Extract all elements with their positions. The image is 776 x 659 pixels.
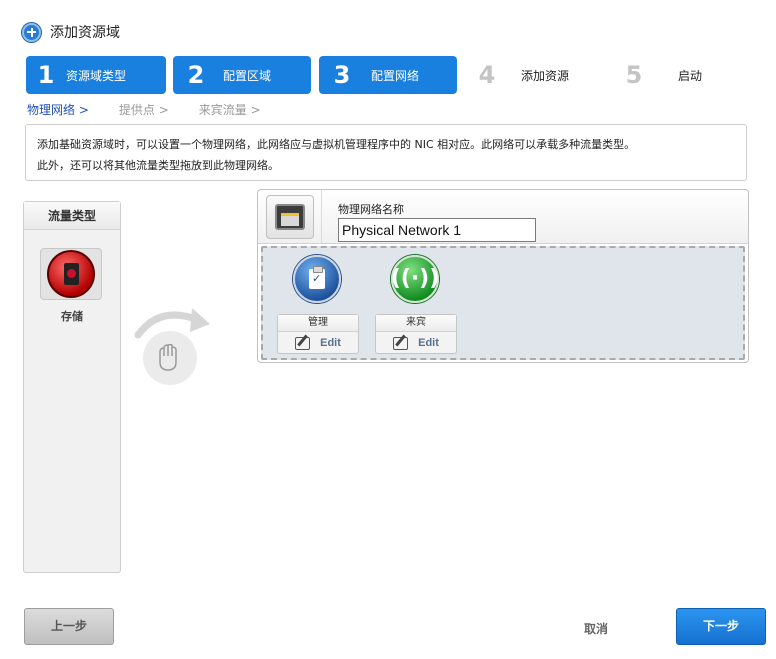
drag-hint-arrow-icon: [134, 308, 210, 385]
network-icon-box: [266, 195, 314, 239]
step-1-number: 1: [37, 61, 55, 89]
network-name-input[interactable]: [338, 218, 536, 242]
step-2-number: 2: [187, 61, 205, 89]
edit-icon: [295, 336, 311, 350]
step-2[interactable]: 2 配置区域: [173, 56, 311, 94]
guest-label-box: 来宾 Edit: [375, 314, 457, 354]
guest-edit-button[interactable]: Edit: [376, 332, 456, 354]
step-4: 4 添加资源: [467, 56, 607, 94]
management-clipboard-icon: [293, 255, 341, 303]
cancel-button[interactable]: 取消: [584, 620, 608, 637]
guest-antenna-icon: ((·)): [391, 255, 439, 303]
step-3[interactable]: 3 配置网络: [319, 56, 457, 94]
guest-edit-text: Edit: [418, 337, 439, 349]
step-5-number: 5: [625, 61, 643, 89]
network-name-label: 物理网络名称: [338, 203, 404, 216]
wizard-steps: 1 资源域类型 2 配置区域 3 配置网络 4 添加资源 5 启动: [26, 56, 766, 94]
guest-label: 来宾: [376, 315, 456, 332]
edit-icon: [393, 336, 409, 350]
storage-label: 存储: [61, 310, 83, 323]
management-label: 管理: [278, 315, 358, 332]
management-traffic-item: 管理 Edit: [277, 252, 359, 354]
description-box: 添加基础资源域时，可以设置一个物理网络，此网络应与虚拟机管理程序中的 NIC 相…: [25, 124, 747, 181]
step-4-label: 添加资源: [521, 68, 570, 83]
subnav-physical-network[interactable]: 物理网络 >: [27, 101, 89, 118]
subnav-pod: 提供点 >: [118, 103, 169, 117]
wizard-title-bar: 添加资源域: [22, 20, 120, 44]
network-header: 物理网络名称: [258, 190, 748, 244]
back-button[interactable]: 上一步: [24, 608, 114, 645]
step-3-label: 配置网络: [371, 68, 420, 83]
step-2-label: 配置区域: [223, 68, 272, 83]
header-divider: [321, 190, 322, 243]
step-4-number: 4: [478, 61, 496, 89]
step-3-number: 3: [333, 61, 351, 89]
management-edit-text: Edit: [320, 337, 341, 349]
step-5: 5 启动: [614, 56, 754, 94]
traffic-types-header: 流量类型: [24, 202, 120, 230]
storage-icon: [47, 250, 95, 298]
step-1[interactable]: 1 资源域类型: [26, 56, 166, 94]
traffic-types-panel: 流量类型 存储: [23, 201, 121, 573]
sub-step-breadcrumb: 物理网络 > 提供点 > 来宾流量 >: [27, 101, 261, 118]
step-1-label: 资源域类型: [66, 68, 127, 83]
storage-traffic-draggable[interactable]: [40, 248, 102, 300]
subnav-guest-traffic: 来宾流量 >: [198, 103, 261, 117]
management-label-box: 管理 Edit: [277, 314, 359, 354]
description-line-1: 添加基础资源域时，可以设置一个物理网络，此网络应与虚拟机管理程序中的 NIC 相…: [37, 138, 636, 151]
description-line-2: 此外，还可以将其他流量类型拖放到此物理网络。: [37, 159, 279, 172]
traffic-drop-zone[interactable]: 管理 Edit ((·)) 来宾 Edit: [261, 246, 745, 360]
ethernet-port-icon: [275, 204, 305, 230]
add-circle-icon: [22, 22, 41, 42]
step-5-label: 启动: [678, 68, 703, 83]
next-button[interactable]: 下一步: [676, 608, 766, 645]
wizard-title: 添加资源域: [50, 25, 120, 41]
guest-traffic-item: ((·)) 来宾 Edit: [375, 252, 457, 354]
management-edit-button[interactable]: Edit: [278, 332, 358, 354]
physical-network-panel: 物理网络名称 管理 Edit ((·)) 来宾 Edit: [257, 189, 749, 363]
